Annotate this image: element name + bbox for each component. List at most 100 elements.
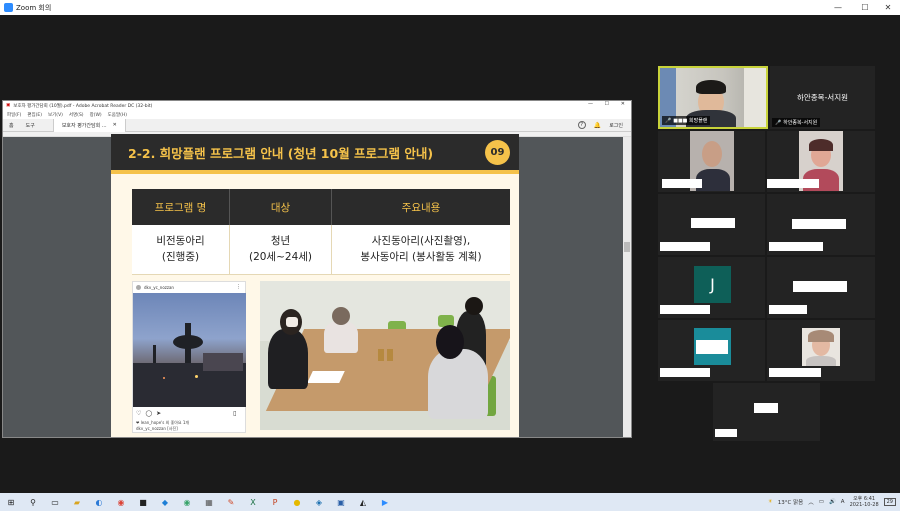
table-header: 프로그램 명 대상 주요내용 [132, 189, 510, 225]
app-icon[interactable]: ◈ [313, 496, 325, 508]
group-meeting-photo [260, 281, 510, 430]
clock[interactable]: 오후 6:41 2021-10-28 [850, 496, 879, 508]
calculator-icon[interactable]: ▦ [203, 496, 215, 508]
mic-muted-icon: 🎤 [775, 119, 782, 126]
app-icon[interactable]: ◭ [357, 496, 369, 508]
acrobat-maximize-button[interactable]: ☐ [605, 101, 609, 107]
zoom-titlebar: Zoom 회의 — ☐ ✕ [0, 0, 900, 15]
scrollbar-thumb[interactable] [624, 242, 630, 252]
participant-tile[interactable] [658, 194, 765, 255]
kakaotalk-icon[interactable]: ● [291, 496, 303, 508]
page-number-badge: 09 [485, 140, 510, 165]
participant-tile-active-speaker[interactable]: 🎤 ■■■ 희망플랜 [658, 66, 768, 129]
city-night-photo [133, 293, 246, 407]
acrobat-icon: ▣ [6, 103, 11, 108]
tab-close-icon[interactable]: ✕ [113, 122, 117, 128]
avatar [136, 284, 141, 290]
help-icon[interactable]: ? [577, 121, 586, 129]
tab-home[interactable]: 홈 [3, 122, 20, 129]
menu-file[interactable]: 파일(F) [7, 112, 21, 118]
menu-window[interactable]: 창(W) [90, 112, 102, 118]
table-row: 비전동아리 (진행중) 청년 (20세~24세) 사진동아리(사진촬영), 봉사… [132, 225, 510, 275]
participant-tile[interactable] [767, 320, 875, 381]
language-indicator[interactable]: A [841, 499, 845, 505]
name-redaction [660, 242, 710, 251]
app-icon[interactable]: ■ [137, 496, 149, 508]
acrobat-close-button[interactable]: ✕ [621, 101, 625, 107]
weather-text[interactable]: 13°C 맑음 [778, 498, 803, 506]
participant-tile[interactable] [713, 383, 820, 441]
instagram-post-header: dkv_yc_nozzan ⋮ [133, 282, 245, 292]
menu-sign[interactable]: 서명(S) [69, 112, 84, 118]
header-content: 주요내용 [401, 201, 441, 214]
zoom-taskbar-icon[interactable]: ▶ [379, 496, 391, 508]
name-redaction [769, 368, 821, 377]
tab-document[interactable]: 보호자 평가간담회 ... ✕ [52, 118, 126, 132]
photos-icon[interactable]: ▣ [335, 496, 347, 508]
name-redaction [767, 179, 819, 188]
minimize-button[interactable]: — [824, 0, 852, 15]
system-tray: ☀ 13°C 맑음 ︿ ▭ 🔊 A 오후 6:41 2021-10-28 29 [768, 493, 896, 511]
weather-icon: ☀ [767, 499, 773, 505]
pdf-page: 2-2. 희망플랜 프로그램 안내 (청년 10월 프로그램 안내) 09 프로… [111, 134, 519, 437]
share-icon: ➤ [156, 410, 162, 417]
header-program-name: 프로그램 명 [132, 189, 230, 225]
instagram-username: dkv_yc_nozzan [144, 284, 174, 290]
signin-link[interactable]: 로그인 [609, 122, 623, 129]
instagram-caption: ❤ lean_hope's 외 좋아요 1개 dkv_yc_nozzan [사진… [136, 420, 190, 431]
paint-icon[interactable]: ✎ [225, 496, 237, 508]
program-table: 프로그램 명 대상 주요내용 비전동아리 (진행중) 청년 (20세~24세) … [132, 189, 510, 275]
zoom-meeting-stage: ▣ 보호자 평가간담회 (10월).pdf - Adobe Acrobat Re… [0, 15, 900, 493]
name-redaction [691, 218, 735, 228]
name-redaction [660, 368, 710, 377]
powerpoint-icon[interactable]: P [269, 496, 281, 508]
menu-help[interactable]: 도움말(H) [108, 112, 127, 118]
search-icon[interactable]: ⚲ [27, 496, 39, 508]
name-redaction [715, 429, 737, 437]
notification-badge[interactable]: 29 [883, 498, 896, 506]
header-target: 대상 [230, 189, 332, 225]
participant-display-name: 하안종복-서지원 [796, 93, 848, 102]
app-icon[interactable]: ◆ [159, 496, 171, 508]
cell-content: 사진동아리(사진촬영), 봉사동아리 (봉사활동 계획) [360, 235, 482, 263]
zoom-logo-icon [4, 3, 13, 12]
slide-title: 2-2. 희망플랜 프로그램 안내 (청년 10월 프로그램 안내) [128, 145, 434, 161]
name-redaction [754, 403, 778, 413]
participant-tile[interactable] [658, 131, 765, 192]
tray-overflow-icon[interactable]: ︿ [808, 498, 814, 506]
participant-tile[interactable]: J [658, 257, 765, 318]
windows-taskbar: ⊞ ⚲ ▭ ▰ ◐ ◉ ■ ◆ ◉ ▦ ✎ X P ● ◈ ▣ ◭ ▶ ☀ 13… [0, 493, 900, 511]
edge-icon[interactable]: ◐ [93, 496, 105, 508]
chrome-icon[interactable]: ◉ [115, 496, 127, 508]
tab-document-label: 보호자 평가간담회 ... [61, 122, 107, 129]
participant-tile-name-only[interactable]: 하안종복-서지원 🎤 하안종복-서지원 [770, 66, 875, 129]
participant-tile[interactable] [658, 320, 765, 381]
zoom-window-title: Zoom 회의 [16, 3, 52, 12]
excel-icon[interactable]: X [247, 496, 259, 508]
instagram-post-image: dkv_yc_nozzan ⋮ ♡ ◯ ➤ ▯ ❤ lean_hope's 외 … [132, 281, 246, 433]
name-redaction [792, 219, 846, 229]
bell-icon[interactable]: 🔔 [594, 122, 601, 129]
network-icon[interactable]: ▭ [819, 499, 824, 505]
participant-initial-avatar: J [694, 266, 731, 303]
instagram-actions: ♡ ◯ ➤ ▯ [136, 410, 236, 417]
vertical-scrollbar[interactable] [623, 137, 631, 437]
task-view-icon[interactable]: ▭ [49, 496, 61, 508]
cell-program-name: 비전동아리 (진행중) [132, 225, 230, 274]
participant-name-tag: 🎤 ■■■ 희망플랜 [662, 116, 711, 125]
bookmark-icon: ▯ [233, 410, 237, 417]
close-button[interactable]: ✕ [874, 0, 900, 15]
file-explorer-icon[interactable]: ▰ [71, 496, 83, 508]
comment-icon: ◯ [145, 410, 153, 417]
participant-tile[interactable] [767, 131, 875, 192]
windows-start-icon[interactable]: ⊞ [5, 496, 17, 508]
acrobat-tabbar: 홈 도구 보호자 평가간담회 ... ✕ ? 🔔 로그인 [3, 118, 631, 132]
volume-icon[interactable]: 🔊 [829, 499, 836, 505]
participant-tile[interactable] [767, 194, 875, 255]
menu-view[interactable]: 보기(V) [48, 112, 63, 118]
app-icon[interactable]: ◉ [181, 496, 193, 508]
participant-tile[interactable] [767, 257, 875, 318]
acrobat-minimize-button[interactable]: — [588, 101, 593, 107]
tab-tools[interactable]: 도구 [20, 122, 41, 129]
menu-edit[interactable]: 편집(E) [27, 112, 42, 118]
